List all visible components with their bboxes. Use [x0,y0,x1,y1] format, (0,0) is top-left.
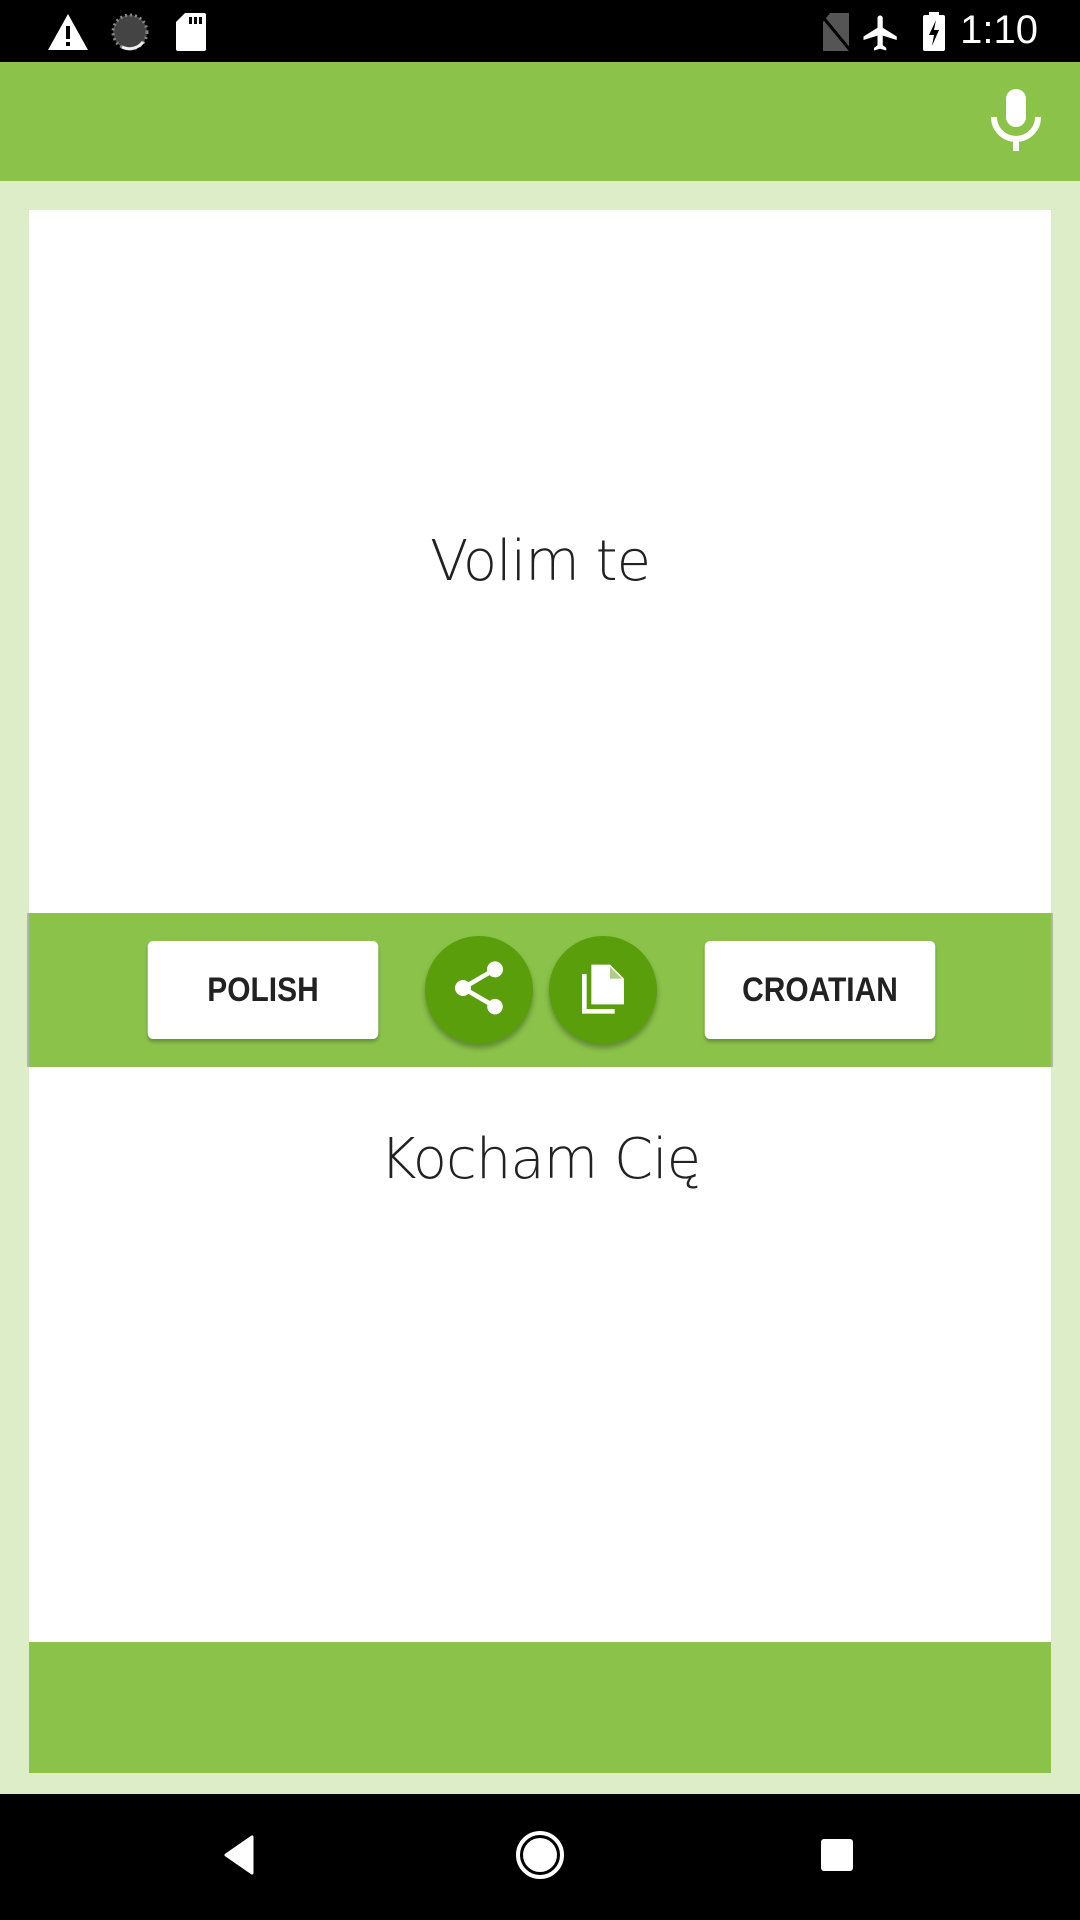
sd-card-icon [175,12,207,57]
status-bar: 1:10 [0,0,1080,62]
battery-charging-icon [922,12,946,57]
nav-recents-button[interactable] [797,1824,877,1890]
no-sim-icon [820,12,852,57]
ad-banner[interactable] [29,1642,1051,1773]
nav-home-button[interactable] [500,1824,580,1890]
target-text: Kocham Cię [379,1127,701,1192]
microphone-icon [990,87,1042,158]
warning-icon [46,12,90,57]
copy-button[interactable] [549,936,657,1044]
source-text-panel[interactable]: Volim te [29,210,1051,913]
toolbar [0,62,1080,181]
target-text-panel: Kocham Cię [29,1067,1051,1642]
home-icon [514,1829,566,1886]
target-language-button[interactable]: CROATIAN [704,941,936,1039]
voice-input-button[interactable] [976,82,1056,162]
sync-progress-icon [110,12,150,57]
navigation-bar [0,1794,1080,1920]
nav-back-button[interactable] [200,1824,280,1890]
source-text[interactable]: Volim te [430,529,651,594]
share-button[interactable] [425,936,533,1044]
copy-icon [575,960,631,1021]
share-icon [447,956,511,1025]
source-language-button[interactable]: POLISH [147,941,379,1039]
back-icon [220,1833,260,1882]
status-time: 1:10 [960,8,1038,52]
airplane-mode-icon [860,12,902,59]
recents-icon [819,1837,855,1878]
language-bar: POLISH CROATIAN [27,913,1053,1067]
